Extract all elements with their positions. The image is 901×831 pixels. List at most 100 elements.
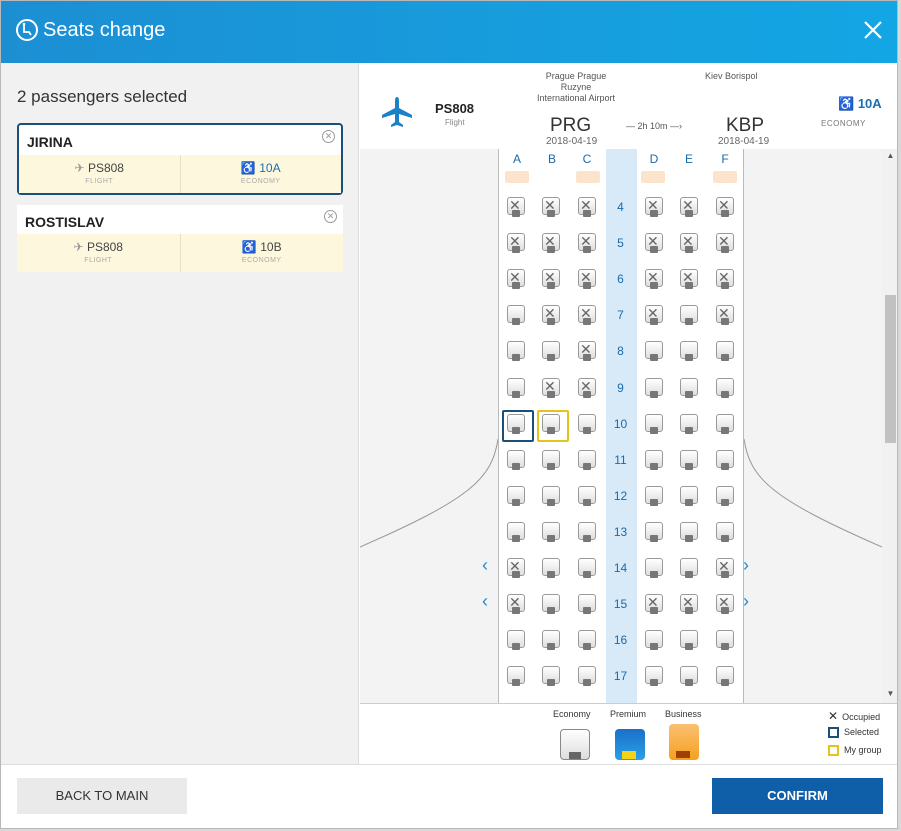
seat-12E[interactable] (678, 485, 700, 507)
seat-9C[interactable]: ✕ (576, 377, 598, 399)
seat-11F[interactable] (714, 449, 736, 471)
seat-13B[interactable] (540, 521, 562, 543)
seat-9B[interactable]: ✕ (540, 377, 562, 399)
seat-5B[interactable]: ✕ (540, 232, 562, 254)
scroll-down-icon[interactable]: ▼ (882, 689, 897, 703)
seat-8A[interactable] (505, 340, 527, 362)
remove-icon[interactable]: ✕ (324, 210, 337, 223)
legend-premium-label: Premium (610, 709, 647, 719)
seat-14B[interactable] (540, 557, 562, 579)
seat-15E[interactable]: ✕ (678, 593, 700, 615)
seat-5A[interactable]: ✕ (505, 232, 527, 254)
confirm-button[interactable]: CONFIRM (712, 778, 883, 814)
flight-cell: ✈ PS808 FLIGHT (19, 155, 180, 193)
seat-4B[interactable]: ✕ (540, 196, 562, 218)
seatmap-scrollbar[interactable]: ▲ ▼ (882, 149, 897, 703)
seat-10D[interactable] (643, 413, 665, 435)
seat-7B[interactable]: ✕ (540, 304, 562, 326)
seat-15C[interactable] (576, 593, 598, 615)
seat-15D[interactable]: ✕ (643, 593, 665, 615)
seat-15A[interactable]: ✕ (505, 593, 527, 615)
close-button[interactable] (859, 16, 887, 44)
seat-10E[interactable] (678, 413, 700, 435)
seat-12B[interactable] (540, 485, 562, 507)
seat-14A[interactable]: ✕ (505, 557, 527, 579)
seat-6B[interactable]: ✕ (540, 268, 562, 290)
seat-16C[interactable] (576, 629, 598, 651)
seat-4C[interactable]: ✕ (576, 196, 598, 218)
seat-4D[interactable]: ✕ (643, 196, 665, 218)
seat-8B[interactable] (540, 340, 562, 362)
seat-7F[interactable]: ✕ (714, 304, 736, 326)
seat-6A[interactable]: ✕ (505, 268, 527, 290)
seat-4F[interactable]: ✕ (714, 196, 736, 218)
seat-map[interactable]: A B C D E F 4 ✕ ✕ ✕ ✕ ✕ ✕ 5 ✕ ✕ ✕ ✕ ✕ ✕ 6 ✕ ✕ ✕ ✕ ✕ ✕ 7 ✕ ✕ ✕ ✕ 8 ✕… (360, 149, 882, 703)
seat-12A[interactable] (505, 485, 527, 507)
seat-8F[interactable] (714, 340, 736, 362)
seat-11C[interactable] (576, 449, 598, 471)
seat-17A[interactable] (505, 665, 527, 687)
seat-7C[interactable]: ✕ (576, 304, 598, 326)
passenger-card[interactable]: JIRINA ✕ ✈ PS808 FLIGHT ♿ 10A ECONOMY (17, 123, 343, 195)
seat-10B[interactable] (537, 410, 569, 442)
seat-13A[interactable] (505, 521, 527, 543)
remove-icon[interactable]: ✕ (322, 130, 335, 143)
seat-4E[interactable]: ✕ (678, 196, 700, 218)
seat-9E[interactable] (678, 377, 700, 399)
seat-5D[interactable]: ✕ (643, 232, 665, 254)
seat-13C[interactable] (576, 521, 598, 543)
seat-6C[interactable]: ✕ (576, 268, 598, 290)
seat-8E[interactable] (678, 340, 700, 362)
back-to-main-button[interactable]: BACK TO MAIN (17, 778, 187, 814)
seat-11E[interactable] (678, 449, 700, 471)
seat-5F[interactable]: ✕ (714, 232, 736, 254)
seat-5E[interactable]: ✕ (678, 232, 700, 254)
row-number: 17 (613, 669, 628, 683)
seat-8C[interactable]: ✕ (576, 340, 598, 362)
seat-4A[interactable]: ✕ (505, 196, 527, 218)
seat-5C[interactable]: ✕ (576, 232, 598, 254)
seat-11B[interactable] (540, 449, 562, 471)
seat-14E[interactable] (678, 557, 700, 579)
seat-12C[interactable] (576, 485, 598, 507)
seat-7D[interactable]: ✕ (643, 304, 665, 326)
seat-9A[interactable] (505, 377, 527, 399)
seat-14C[interactable] (576, 557, 598, 579)
seat-7A[interactable] (505, 304, 527, 326)
seat-16A[interactable] (505, 629, 527, 651)
seat-11A[interactable] (505, 449, 527, 471)
seat-17C[interactable] (576, 665, 598, 687)
seat-15F[interactable]: ✕ (714, 593, 736, 615)
seat-7E[interactable] (678, 304, 700, 326)
passenger-card[interactable]: ROSTISLAV ✕ ✈ PS808 FLIGHT ♿ 10B ECONOMY (17, 205, 343, 272)
seat-17E[interactable] (678, 665, 700, 687)
seat-10F[interactable] (714, 413, 736, 435)
seat-6E[interactable]: ✕ (678, 268, 700, 290)
seat-15B[interactable] (540, 593, 562, 615)
seat-14D[interactable] (643, 557, 665, 579)
seat-16D[interactable] (643, 629, 665, 651)
exit-left-icon: ‹ (482, 555, 488, 575)
seat-16B[interactable] (540, 629, 562, 651)
seat-13E[interactable] (678, 521, 700, 543)
seat-10A[interactable] (502, 410, 534, 442)
seat-9D[interactable] (643, 377, 665, 399)
seat-17B[interactable] (540, 665, 562, 687)
seat-6F[interactable]: ✕ (714, 268, 736, 290)
seat-13D[interactable] (643, 521, 665, 543)
scroll-thumb[interactable] (885, 295, 896, 443)
seat-10C[interactable] (576, 413, 598, 435)
seat-16E[interactable] (678, 629, 700, 651)
seat-11D[interactable] (643, 449, 665, 471)
scroll-up-icon[interactable]: ▲ (882, 151, 897, 165)
seat-17F[interactable] (714, 665, 736, 687)
seat-12D[interactable] (643, 485, 665, 507)
seat-8D[interactable] (643, 340, 665, 362)
seat-16F[interactable] (714, 629, 736, 651)
seat-14F[interactable]: ✕ (714, 557, 736, 579)
seat-12F[interactable] (714, 485, 736, 507)
seat-9F[interactable] (714, 377, 736, 399)
seat-13F[interactable] (714, 521, 736, 543)
seat-17D[interactable] (643, 665, 665, 687)
seat-6D[interactable]: ✕ (643, 268, 665, 290)
